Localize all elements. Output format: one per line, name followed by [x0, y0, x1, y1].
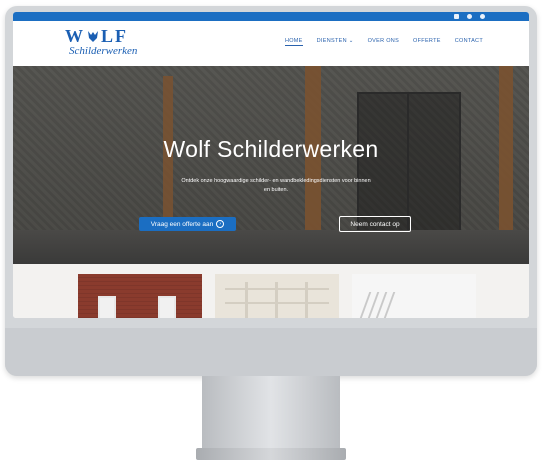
- monitor-stand-base: [196, 448, 346, 460]
- request-quote-label: Vraag een offerte aan: [150, 220, 214, 228]
- shelf-post: [245, 282, 248, 318]
- shelf-post: [275, 282, 278, 318]
- request-quote-button[interactable]: Vraag een offerte aan ›: [139, 217, 236, 231]
- logo-tagline: Schilderwerken: [69, 45, 138, 57]
- facebook-icon[interactable]: [467, 14, 472, 19]
- top-strip: [13, 12, 529, 21]
- brick-texture: [78, 274, 202, 318]
- contact-button[interactable]: Neem contact op: [339, 216, 411, 232]
- nav-item-offerte[interactable]: OFFERTE: [413, 38, 441, 46]
- logo-letter-w: W: [65, 26, 85, 46]
- service-card-wallcovering[interactable]: [352, 274, 476, 318]
- house-window: [98, 296, 116, 318]
- hero-glass-door: [357, 92, 461, 236]
- nav-item-contact[interactable]: CONTACT: [455, 38, 483, 46]
- monitor-stand: [202, 376, 340, 452]
- nav-item-home[interactable]: HOME: [284, 38, 303, 46]
- nav-item-diensten[interactable]: DIENSTEN ⌄: [317, 38, 354, 46]
- arrow-right-icon: ›: [216, 220, 225, 228]
- website-screen: W LF Schilderwerken HOME DIENSTEN ⌄ OVER…: [13, 12, 529, 318]
- whatsapp-icon[interactable]: [480, 14, 485, 19]
- logo-wordmark: W LF: [65, 27, 145, 45]
- monitor-chin: [5, 328, 537, 376]
- site-logo[interactable]: W LF Schilderwerken: [65, 27, 145, 61]
- service-card-exterior[interactable]: [78, 274, 202, 318]
- main-nav: HOME DIENSTEN ⌄ OVER ONS OFFERTE CONTACT: [284, 38, 483, 46]
- hero-section: Wolf Schilderwerken Ontdek onze hoogwaar…: [13, 66, 529, 264]
- shelf-post: [305, 282, 308, 318]
- hero-floor: [13, 230, 529, 264]
- logo-letters-lf: LF: [101, 26, 129, 46]
- instagram-icon[interactable]: [454, 14, 459, 19]
- wolf-head-icon: [88, 31, 98, 42]
- house-window: [158, 296, 176, 318]
- monitor-frame: W LF Schilderwerken HOME DIENSTEN ⌄ OVER…: [5, 6, 537, 376]
- hero-title: Wolf Schilderwerken: [163, 136, 379, 162]
- hero-subtitle: Ontdek onze hoogwaardige schilder- en wa…: [181, 178, 371, 193]
- service-card-interior[interactable]: [215, 274, 339, 318]
- services-cards: [13, 264, 529, 318]
- site-header: W LF Schilderwerken HOME DIENSTEN ⌄ OVER…: [13, 21, 529, 66]
- nav-item-over-ons[interactable]: OVER ONS: [368, 38, 399, 46]
